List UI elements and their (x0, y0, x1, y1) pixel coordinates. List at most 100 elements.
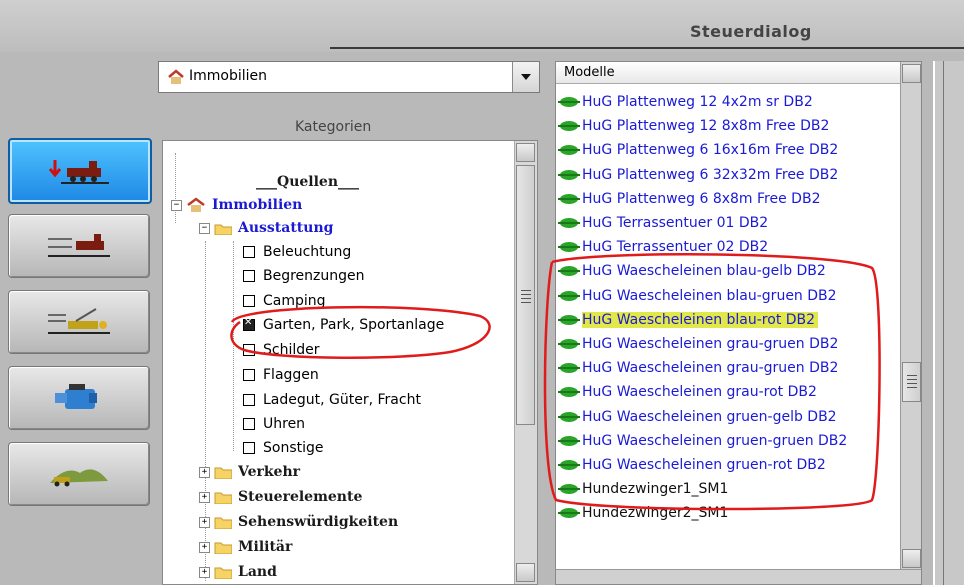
collapse-icon[interactable]: − (171, 199, 182, 211)
model-list-item[interactable]: HuG Waescheleinen grau-gruen DB2 (558, 332, 838, 356)
scroll-down-icon[interactable] (902, 549, 921, 568)
category-tree[interactable]: ___Quellen___ − Immobilien − Ausstattung… (162, 140, 538, 585)
expand-icon[interactable]: + (199, 566, 210, 578)
tree-item-label: Land (238, 564, 277, 580)
crane-icon (48, 308, 110, 334)
expand-icon[interactable]: + (199, 466, 210, 478)
scroll-up-icon[interactable] (516, 143, 535, 162)
tree-check-flaggen[interactable]: Flaggen (243, 364, 319, 386)
tree-item-land[interactable]: + Land (199, 561, 277, 583)
checkbox[interactable] (243, 270, 255, 282)
model-list-item[interactable]: HuG Waescheleinen grau-gruen DB2 (558, 356, 838, 380)
model-list[interactable]: Modelle HuG Plattenweg 12 4x2m sr DB2 HuG… (555, 61, 922, 585)
tree-item-label: Immobilien (212, 197, 303, 213)
model-list-item[interactable]: HuG Waescheleinen gruen-rot DB2 (558, 453, 826, 477)
tree-item-label: Uhren (263, 416, 306, 432)
checkbox-checked[interactable] (243, 317, 255, 331)
tree-check-uhren[interactable]: Uhren (243, 413, 305, 435)
tree-item-label: Steuerelemente (238, 489, 363, 505)
tree-item-ausstattung[interactable]: − Ausstattung (199, 217, 333, 239)
tool-button-track[interactable] (8, 214, 150, 278)
title-bar (0, 0, 964, 52)
model-list-item[interactable]: HuG Plattenweg 6 8x8m Free DB2 (558, 187, 820, 211)
tree-check-sonstige[interactable]: Sonstige (243, 437, 324, 459)
model-list-item[interactable]: HuG Waescheleinen blau-gelb DB2 (558, 259, 826, 283)
model-list-item[interactable]: HuG Plattenweg 6 32x32m Free DB2 (558, 163, 838, 187)
model-icon (558, 121, 580, 132)
tree-check-garten[interactable]: Garten, Park, Sportanlage (243, 314, 444, 336)
model-list-item-label: HuG Plattenweg 6 8x8m Free DB2 (582, 190, 821, 207)
model-icon (558, 508, 580, 519)
checkbox[interactable] (243, 369, 255, 381)
tree-item-label: Ausstattung (238, 220, 334, 236)
folder-icon (214, 467, 232, 479)
checkbox[interactable] (243, 246, 255, 258)
tree-check-beleuchtung[interactable]: Beleuchtung (243, 241, 351, 263)
tree-item-label: Verkehr (238, 464, 301, 480)
model-list-item[interactable]: HuG Plattenweg 12 8x8m Free DB2 (558, 114, 829, 138)
expand-icon[interactable]: + (199, 516, 210, 528)
tree-check-ladegut[interactable]: Ladegut, Güter, Fracht (243, 389, 421, 411)
model-list-item[interactable]: HuG Waescheleinen gruen-gruen DB2 (558, 429, 847, 453)
model-list-item-label: HuG Waescheleinen gruen-gelb DB2 (582, 408, 837, 425)
tree-item-militaer[interactable]: + Militär (199, 536, 292, 558)
tree-item-label: ___Quellen___ (256, 174, 360, 190)
model-list-item[interactable]: HuG Waescheleinen blau-rot DB2 (558, 308, 819, 332)
dropdown-arrow-icon[interactable] (512, 62, 539, 92)
model-list-header: Modelle (556, 62, 921, 84)
checkbox[interactable] (243, 344, 255, 356)
model-list-item[interactable]: HuG Waescheleinen blau-gruen DB2 (558, 284, 837, 308)
tree-item-verkehr[interactable]: + Verkehr (199, 461, 300, 483)
tool-button-landscape[interactable] (8, 442, 150, 506)
checkbox[interactable] (243, 394, 255, 406)
tool-button-rail-selected[interactable] (8, 138, 152, 204)
model-list-item-label: HuG Waescheleinen blau-gelb DB2 (582, 263, 826, 280)
train-icon (48, 160, 109, 184)
model-icon (558, 290, 580, 301)
tree-check-schilder[interactable]: Schilder (243, 339, 320, 361)
checkbox[interactable] (243, 442, 255, 454)
category-dropdown[interactable]: Immobilien (158, 61, 540, 93)
scrollbar-thumb[interactable] (902, 362, 921, 402)
folder-icon (214, 492, 232, 504)
tree-item-label: Sonstige (263, 440, 324, 456)
tree-item-immobilien[interactable]: − Immobilien (171, 194, 302, 216)
collapse-icon[interactable]: − (199, 222, 210, 234)
tree-check-begrenzungen[interactable]: Begrenzungen (243, 265, 365, 287)
model-icon (558, 169, 580, 180)
checkbox[interactable] (243, 295, 255, 307)
model-list-item-label: HuG Waescheleinen grau-gruen DB2 (582, 336, 839, 352)
tool-button-terrain[interactable] (8, 290, 150, 354)
model-list-item[interactable]: Hundezwinger2_SM1 (558, 501, 728, 525)
tree-check-camping[interactable]: Camping (243, 290, 326, 312)
checkbox[interactable] (243, 418, 255, 430)
model-list-item[interactable]: HuG Plattenweg 12 4x2m sr DB2 (558, 90, 813, 114)
model-list-item[interactable]: Hundezwinger1_SM1 (558, 477, 728, 501)
scrollbar-thumb[interactable] (516, 165, 535, 425)
model-list-scrollbar[interactable] (900, 62, 921, 584)
scroll-down-icon[interactable] (516, 563, 535, 582)
model-list-item-label: HuG Waescheleinen gruen-gruen DB2 (582, 432, 848, 449)
model-list-hscrollbar[interactable] (556, 569, 921, 584)
model-list-item-label: HuG Plattenweg 6 32x32m Free DB2 (582, 166, 839, 183)
expand-icon[interactable]: + (199, 541, 210, 553)
model-list-item[interactable]: HuG Plattenweg 6 16x16m Free DB2 (558, 138, 838, 162)
model-icon (558, 266, 580, 277)
dialog-title: Steuerdialog (690, 22, 812, 41)
tree-item-sehenswuerdigkeiten[interactable]: + Sehenswürdigkeiten (199, 511, 398, 533)
model-list-item-label: HuG Waescheleinen grau-rot DB2 (582, 384, 817, 401)
house-icon (168, 69, 184, 84)
model-list-item[interactable]: HuG Terrassentuer 01 DB2 (558, 211, 768, 235)
tree-item-quellen[interactable]: ___Quellen___ (256, 171, 359, 193)
tool-button-camera[interactable] (8, 366, 150, 430)
model-list-item[interactable]: HuG Terrassentuer 02 DB2 (558, 235, 768, 259)
model-list-item[interactable]: HuG Waescheleinen grau-rot DB2 (558, 380, 817, 404)
tree-item-steuerelemente[interactable]: + Steuerelemente (199, 486, 362, 508)
model-list-item-label: HuG Waescheleinen blau-rot DB2 (582, 311, 819, 328)
scroll-up-icon[interactable] (902, 64, 921, 83)
right-side-panel (933, 61, 964, 585)
model-list-item-label: HuG Waescheleinen blau-gruen DB2 (582, 287, 837, 304)
expand-icon[interactable]: + (199, 491, 210, 503)
tree-scrollbar[interactable] (514, 141, 537, 584)
model-list-item[interactable]: HuG Waescheleinen gruen-gelb DB2 (558, 405, 837, 429)
